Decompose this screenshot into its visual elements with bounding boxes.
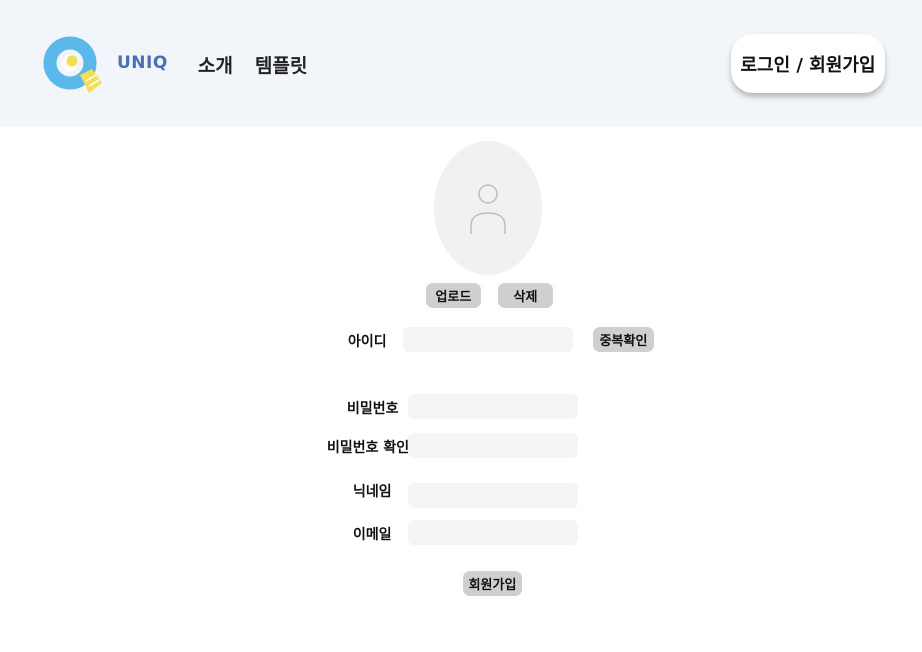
nav-intro[interactable]: 소개: [198, 51, 233, 78]
password-label: 비밀번호: [347, 401, 399, 417]
user-icon: [470, 184, 506, 234]
email-label: 이메일: [353, 527, 392, 543]
upload-button[interactable]: 업로드: [426, 283, 481, 308]
id-label: 아이디: [348, 334, 387, 350]
duplicate-check-button[interactable]: 중복확인: [593, 327, 654, 352]
nav-template[interactable]: 템플릿: [255, 51, 307, 78]
password-confirm-label: 비밀번호 확인: [327, 440, 410, 456]
logo-icon: [43, 36, 102, 93]
top-header: UNIQ 소개 템플릿 로그인 / 회원가입: [0, 0, 922, 127]
id-input[interactable]: [403, 327, 573, 352]
delete-button[interactable]: 삭제: [498, 283, 553, 308]
nickname-input[interactable]: [408, 483, 578, 508]
nickname-label: 닉네임: [353, 484, 392, 500]
logo[interactable]: [42, 31, 104, 99]
signup-submit-button[interactable]: 회원가입: [463, 571, 522, 596]
brand-name[interactable]: UNIQ: [117, 53, 168, 73]
password-input[interactable]: [408, 394, 578, 419]
email-input[interactable]: [408, 520, 578, 545]
login-signup-button[interactable]: 로그인 / 회원가입: [731, 34, 885, 93]
profile-avatar: [434, 141, 542, 275]
password-confirm-input[interactable]: [408, 433, 578, 458]
